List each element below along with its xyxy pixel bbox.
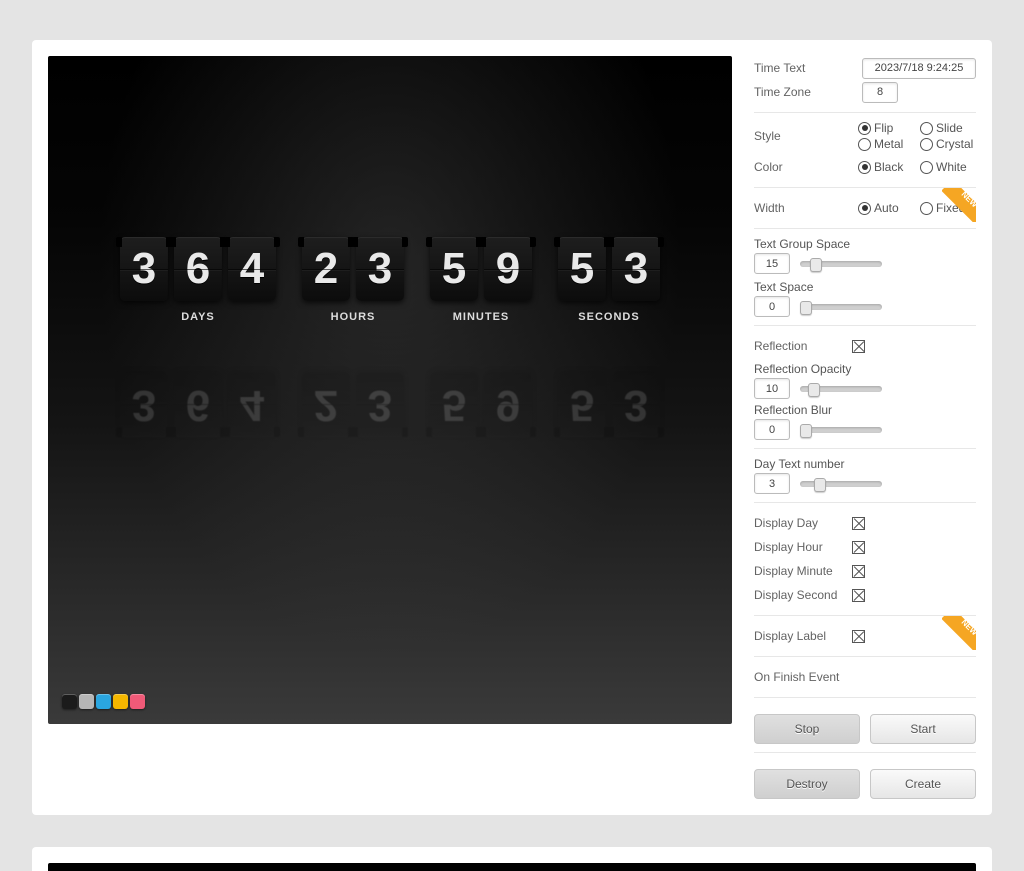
- flip-digit: 3: [612, 373, 660, 437]
- width-label: Width: [754, 201, 852, 215]
- stop-button[interactable]: Stop: [754, 714, 860, 744]
- color-radios-black[interactable]: Black: [858, 160, 914, 174]
- style-radios-slide[interactable]: Slide: [920, 121, 976, 135]
- flip-digit: 6: [174, 237, 222, 301]
- countdown-group: 53SECONDS: [555, 351, 663, 437]
- color-radios-white[interactable]: White: [920, 160, 976, 174]
- text-group-space-label: Text Group Space: [754, 237, 976, 251]
- start-button[interactable]: Start: [870, 714, 976, 744]
- group-label: MINUTES: [427, 311, 535, 323]
- display-minute-checkbox[interactable]: [852, 565, 865, 578]
- reflection-blur-label: Reflection Blur: [754, 403, 976, 417]
- flip-digit: 2: [302, 237, 350, 301]
- countdown-group: 53 SECONDS: [555, 237, 663, 323]
- countdown-group: 23 HOURS: [299, 237, 407, 323]
- flip-digit: 9: [484, 237, 532, 301]
- color-swatch[interactable]: [79, 694, 94, 709]
- display-hour-checkbox[interactable]: [852, 541, 865, 554]
- settings-sidebar: Time Text Time Zone Style Flip Slide Metal…: [732, 56, 976, 799]
- countdown-group: 59 MINUTES: [427, 237, 535, 323]
- reflection-checkbox[interactable]: [852, 340, 865, 353]
- flip-digit: 2: [302, 373, 350, 437]
- day-text-number-slider[interactable]: [800, 481, 882, 487]
- color-swatch[interactable]: [62, 694, 77, 709]
- width-radio-group: Auto Fixed: [858, 201, 976, 215]
- flip-digit: 3: [120, 237, 168, 301]
- reflection-opacity-input[interactable]: [754, 378, 790, 399]
- time-text-label: Time Text: [754, 61, 852, 75]
- countdown-group: 59MINUTES: [427, 351, 535, 437]
- countdown-group: 364DAYS: [117, 351, 279, 437]
- text-space-label: Text Space: [754, 280, 976, 294]
- countdown-group: 364 DAYS: [117, 237, 279, 323]
- day-text-number-input[interactable]: [754, 473, 790, 494]
- group-label: SECONDS: [555, 311, 663, 323]
- flip-digit: 3: [356, 237, 404, 301]
- reflection-blur-slider[interactable]: [800, 427, 882, 433]
- display-day-checkbox[interactable]: [852, 517, 865, 530]
- second-preview: [48, 863, 976, 871]
- text-group-space-input[interactable]: [754, 253, 790, 274]
- display-label-checkbox[interactable]: [852, 630, 865, 643]
- style-label: Style: [754, 129, 852, 143]
- flip-digit: 5: [558, 373, 606, 437]
- display-day-label: Display Day: [754, 516, 852, 530]
- flip-digit: 3: [120, 373, 168, 437]
- second-panel: [32, 847, 992, 871]
- text-space-slider[interactable]: [800, 304, 882, 310]
- width-radios-fixed[interactable]: Fixed: [920, 201, 976, 215]
- countdown-preview: 364DAYS23HOURS59MINUTES53SECONDS364DAYS2…: [48, 56, 732, 724]
- style-radios-flip[interactable]: Flip: [858, 121, 914, 135]
- reflection-opacity-slider[interactable]: [800, 386, 882, 392]
- time-zone-input[interactable]: [862, 82, 898, 103]
- reflection-opacity-label: Reflection Opacity: [754, 362, 976, 376]
- flip-digit: 4: [228, 373, 276, 437]
- time-zone-label: Time Zone: [754, 85, 852, 99]
- flip-digit: 3: [356, 373, 404, 437]
- destroy-button[interactable]: Destroy: [754, 769, 860, 799]
- color-label: Color: [754, 160, 852, 174]
- flip-digit: 5: [558, 237, 606, 301]
- on-finish-event-label: On Finish Event: [754, 670, 976, 684]
- flip-digit: 4: [228, 237, 276, 301]
- config-panel: 364DAYS23HOURS59MINUTES53SECONDS364DAYS2…: [32, 40, 992, 815]
- flip-digit: 6: [174, 373, 222, 437]
- display-label-label: Display Label: [754, 629, 852, 643]
- display-second-label: Display Second: [754, 588, 852, 602]
- reflection-blur-input[interactable]: [754, 419, 790, 440]
- countdown-display: 364DAYS23HOURS59MINUTES53SECONDS364DAYS2…: [107, 237, 673, 437]
- text-space-input[interactable]: [754, 296, 790, 317]
- color-swatch[interactable]: [113, 694, 128, 709]
- style-radios-metal[interactable]: Metal: [858, 137, 914, 151]
- flip-digit: 5: [430, 373, 478, 437]
- day-text-number-label: Day Text number: [754, 457, 976, 471]
- width-radios-auto[interactable]: Auto: [858, 201, 914, 215]
- countdown-group: 23HOURS: [299, 351, 407, 437]
- style-radio-group: Flip Slide Metal Crystal: [858, 121, 976, 151]
- display-hour-label: Display Hour: [754, 540, 852, 554]
- display-second-checkbox[interactable]: [852, 589, 865, 602]
- create-button[interactable]: Create: [870, 769, 976, 799]
- color-swatches: [62, 694, 147, 712]
- group-label: DAYS: [117, 311, 279, 323]
- flip-digit: 5: [430, 237, 478, 301]
- reflection-label: Reflection: [754, 339, 852, 353]
- text-group-space-slider[interactable]: [800, 261, 882, 267]
- color-swatch[interactable]: [96, 694, 111, 709]
- time-text-input[interactable]: [862, 58, 976, 79]
- style-radios-crystal[interactable]: Crystal: [920, 137, 976, 151]
- display-minute-label: Display Minute: [754, 564, 852, 578]
- color-radio-group: Black White: [858, 160, 976, 174]
- flip-digit: 9: [484, 373, 532, 437]
- color-swatch[interactable]: [130, 694, 145, 709]
- group-label: HOURS: [299, 311, 407, 323]
- flip-digit: 3: [612, 237, 660, 301]
